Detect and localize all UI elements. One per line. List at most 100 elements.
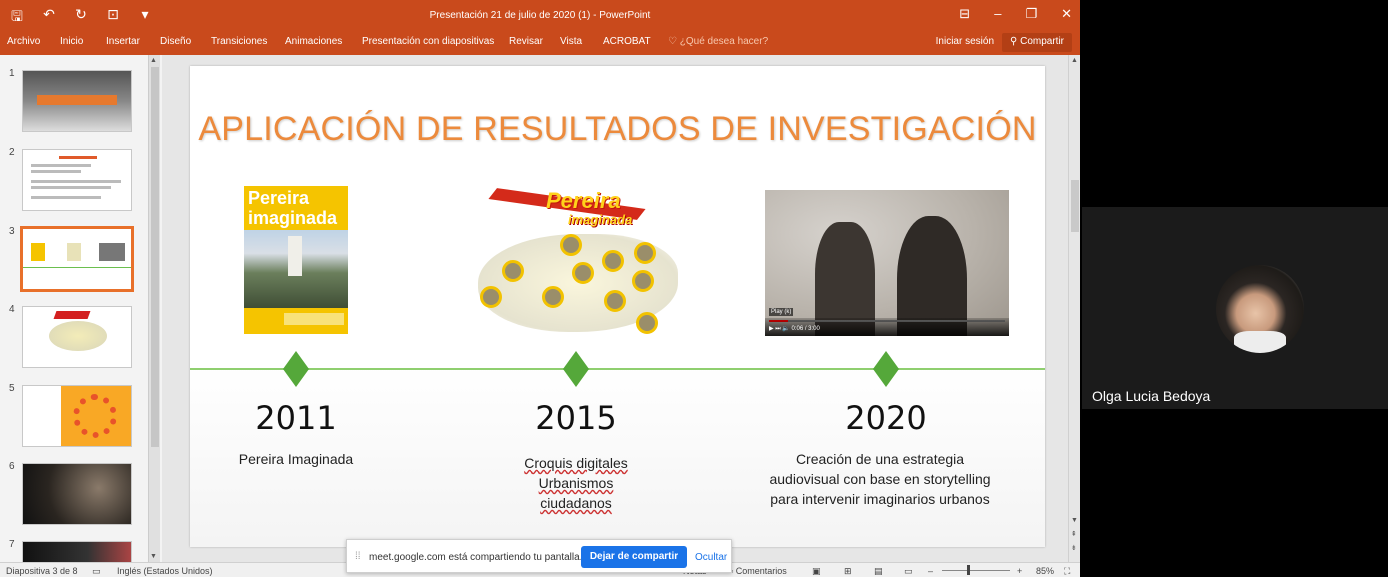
thumbnail-scrollbar[interactable]: ▲ ▼: [148, 55, 160, 562]
powerpoint-window: 🖫 ↶ ↻ ⊡ ▾ Presentación 21 de julio de 20…: [0, 0, 1080, 577]
drag-handle-icon[interactable]: ⁞⁞: [355, 551, 361, 562]
milestone-year-2020[interactable]: 2020: [786, 399, 986, 437]
desc-line: para intervenir imaginarios urbanos: [770, 491, 990, 507]
slide-thumbnail-pane: 1 2 3 4 5 6 7: [0, 55, 162, 562]
window-controls: ⊟ – ❐ ✕: [959, 6, 1072, 22]
canvas-scrollbar[interactable]: ▲ ▼ ⇞ ⇟: [1068, 55, 1080, 562]
tab-acrobat[interactable]: ACROBAT: [603, 36, 651, 47]
thumb-number: 5: [9, 383, 15, 394]
tab-presentacion[interactable]: Presentación con diapositivas: [362, 36, 494, 47]
scroll-down-icon[interactable]: ▼: [150, 553, 157, 560]
thumb-number: 1: [9, 68, 15, 79]
scroll-up-icon[interactable]: ▲: [150, 57, 157, 64]
tab-insertar[interactable]: Insertar: [106, 36, 140, 47]
language-indicator[interactable]: Inglés (Estados Unidos): [117, 566, 213, 576]
tab-diseno[interactable]: Diseño: [160, 36, 191, 47]
milestone-desc-2020[interactable]: Creación de una estrategia audiovisual c…: [750, 449, 1010, 509]
map-title-word-1: Pereira: [546, 188, 621, 213]
play-icon[interactable]: ▶ ⏭ 🔈: [769, 326, 792, 332]
timeline-marker-2011: [283, 351, 309, 387]
hide-notice-button[interactable]: Ocultar: [695, 552, 727, 563]
slide-sorter-view-icon[interactable]: ⊞: [844, 566, 852, 577]
slide-thumbnail-4[interactable]: [22, 306, 132, 368]
timeline-marker-2015: [563, 351, 589, 387]
comments-label: Comentarios: [735, 566, 787, 576]
normal-view-icon[interactable]: ▣: [812, 566, 821, 577]
book-title-line-2: imaginada: [248, 208, 338, 228]
spellcheck-icon[interactable]: ▭: [92, 566, 101, 577]
video-time-label: 0:06 / 3:00: [791, 326, 820, 332]
comments-button[interactable]: ▫ Comentarios: [730, 566, 787, 576]
share-message: meet.google.com está compartiendo tu pan…: [369, 552, 583, 563]
tab-inicio[interactable]: Inicio: [60, 36, 83, 47]
slide-editing-canvas: APLICACIÓN DE RESULTADOS DE INVESTIGACIÓ…: [162, 55, 1068, 562]
slide-thumbnail-1[interactable]: [22, 70, 132, 132]
desc-line: Croquis digitales: [524, 455, 628, 471]
restore-icon[interactable]: ❐: [1025, 6, 1037, 22]
thumb-number: 4: [9, 304, 15, 315]
map-title-word-2: imaginada: [568, 212, 633, 227]
milestone-desc-2015[interactable]: Croquis digitales Urbanismos ciudadanos: [486, 453, 666, 513]
timeline-marker-2020: [873, 351, 899, 387]
thumb-number: 3: [9, 226, 15, 237]
desc-line: Pereira Imaginada: [238, 451, 354, 467]
slide-title[interactable]: APLICACIÓN DE RESULTADOS DE INVESTIGACIÓ…: [190, 110, 1045, 149]
desc-line: Urbanismos: [538, 475, 614, 491]
milestone-desc-2011[interactable]: Pereira Imaginada: [216, 449, 376, 469]
map-illustration-image[interactable]: Pereira imaginada: [472, 188, 682, 336]
tab-vista[interactable]: Vista: [560, 36, 582, 47]
tell-me-search[interactable]: ♡ ¿Qué desea hacer?: [668, 36, 768, 47]
slideshow-view-icon[interactable]: ▭: [904, 566, 913, 577]
slide-thumbnail-7[interactable]: [22, 541, 132, 562]
slide-thumbnail-6[interactable]: [22, 463, 132, 525]
thumb-number: 2: [9, 147, 15, 158]
slide-thumbnail-3[interactable]: [20, 226, 134, 292]
tab-revisar[interactable]: Revisar: [509, 36, 543, 47]
timeline-line: [190, 368, 1045, 370]
tab-animaciones[interactable]: Animaciones: [285, 36, 342, 47]
zoom-level[interactable]: 85%: [1036, 566, 1054, 576]
participant-video: [1216, 265, 1304, 353]
zoom-slider-handle[interactable]: [967, 565, 970, 575]
fit-to-window-icon[interactable]: ⛶: [1064, 566, 1070, 577]
zoom-out-icon[interactable]: –: [928, 566, 933, 576]
lightbulb-icon: ♡: [668, 36, 680, 47]
thumb-number: 6: [9, 461, 15, 472]
participant-tile[interactable]: Olga Lucia Bedoya: [1082, 207, 1388, 409]
desc-line: ciudadanos: [540, 495, 612, 511]
document-title: Presentación 21 de julio de 2020 (1) - P…: [429, 10, 651, 21]
person-icon: ⚲: [1009, 36, 1021, 47]
milestone-year-2015[interactable]: 2015: [476, 399, 676, 437]
current-slide[interactable]: APLICACIÓN DE RESULTADOS DE INVESTIGACIÓ…: [190, 66, 1045, 547]
ribbon-tabs: Archivo Inicio Insertar Diseño Transicio…: [0, 31, 1080, 55]
desc-line: audiovisual con base en storytelling: [769, 471, 991, 487]
zoom-in-icon[interactable]: +: [1017, 566, 1022, 576]
tab-transiciones[interactable]: Transiciones: [211, 36, 267, 47]
slide-thumbnail-2[interactable]: [22, 149, 132, 211]
minimize-icon[interactable]: –: [994, 6, 1001, 22]
video-time: ▶ ⏭ 🔈 0:06 / 3:00: [769, 325, 820, 333]
stop-sharing-button[interactable]: Dejar de compartir: [581, 546, 687, 568]
video-play-tooltip: Play (k): [769, 308, 794, 316]
tab-archivo[interactable]: Archivo: [7, 36, 40, 47]
video-player[interactable]: Play (k) ▶ ⏭ 🔈 0:06 / 3:00: [765, 190, 1009, 336]
milestone-year-2011[interactable]: 2011: [196, 399, 396, 437]
next-slide-icon[interactable]: ⇟: [1071, 544, 1077, 552]
scroll-up-icon[interactable]: ▲: [1071, 57, 1078, 64]
scroll-down-icon[interactable]: ▼: [1071, 517, 1078, 524]
title-bar: 🖫 ↶ ↻ ⊡ ▾ Presentación 21 de julio de 20…: [0, 0, 1080, 31]
book-title-line-1: Pereira: [248, 188, 310, 208]
slide-thumbnail-5[interactable]: [22, 385, 132, 447]
close-icon[interactable]: ✕: [1061, 6, 1072, 22]
ribbon-display-icon[interactable]: ⊟: [959, 6, 970, 22]
screen-share-notice: ⁞⁞ meet.google.com está compartiendo tu …: [346, 539, 732, 573]
share-label: Compartir: [1020, 36, 1064, 47]
slide-counter: Diapositiva 3 de 8: [6, 566, 78, 576]
sign-in-link[interactable]: Iniciar sesión: [936, 36, 994, 47]
previous-slide-icon[interactable]: ⇞: [1071, 530, 1077, 538]
book-cover-image[interactable]: Pereira imaginada: [244, 186, 348, 334]
share-button[interactable]: ⚲ Compartir: [1001, 33, 1072, 52]
thumb-number: 7: [9, 539, 15, 550]
reading-view-icon[interactable]: ▤: [874, 566, 883, 577]
zoom-slider-track[interactable]: [942, 570, 1010, 571]
